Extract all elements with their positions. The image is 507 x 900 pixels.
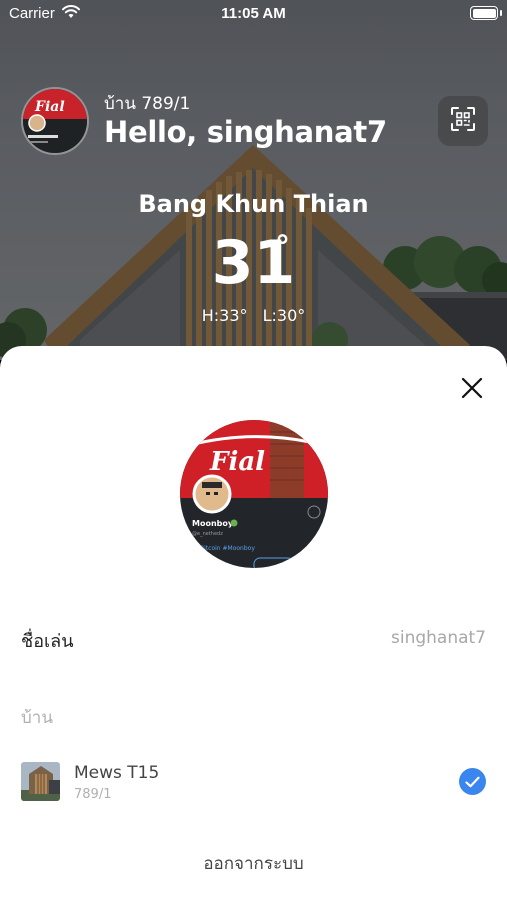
- status-bar: Carrier 11:05 AM: [0, 0, 507, 28]
- svg-text:@e_nethedz: @e_nethedz: [192, 531, 223, 537]
- svg-text:Fial: Fial: [209, 447, 265, 477]
- qr-scan-button[interactable]: [438, 96, 488, 146]
- checkmark-icon: [459, 768, 486, 795]
- homes-section-label: บ้าน: [21, 708, 53, 728]
- battery-icon: [470, 6, 498, 20]
- home-name: Mews T15: [74, 763, 160, 783]
- svg-text:Moonboy: Moonboy: [192, 519, 234, 528]
- greeting-title: Hello, singhanat7: [104, 115, 387, 149]
- current-home-label: บ้าน 789/1: [104, 94, 191, 114]
- home-list-item[interactable]: Mews T15 789/1: [0, 758, 507, 806]
- weather-city: Bang Khun Thian: [138, 190, 369, 218]
- home-thumbnail: [21, 762, 60, 801]
- home-address: 789/1: [74, 787, 112, 802]
- svg-text:Fial: Fial: [34, 99, 65, 115]
- close-icon: [460, 376, 484, 404]
- weather-low: L:30°: [262, 306, 306, 325]
- profile-avatar[interactable]: Fial: [21, 87, 89, 155]
- svg-text:#Bitcoin #Moonboy: #Bitcoin #Moonboy: [195, 545, 255, 552]
- close-button[interactable]: [456, 374, 488, 406]
- logout-button[interactable]: ออกจากระบบ: [0, 850, 507, 877]
- nickname-label: ชื่อเล่น: [21, 631, 74, 652]
- weather-high-low: H:33° L:30°: [0, 306, 507, 325]
- qr-scan-icon: [450, 106, 476, 136]
- clock: 11:05 AM: [221, 5, 286, 22]
- weather-temperature: 31: [211, 228, 296, 298]
- profile-picture[interactable]: Fial Moonboy @e_nethedz #Bitcoin #Moonbo…: [180, 420, 328, 568]
- nickname-value[interactable]: singhanat7: [391, 628, 486, 648]
- weather-high: H:33°: [201, 306, 248, 325]
- profile-sheet: Fial Moonboy @e_nethedz #Bitcoin #Moonbo…: [0, 346, 507, 900]
- temperature-unit: °: [275, 230, 290, 265]
